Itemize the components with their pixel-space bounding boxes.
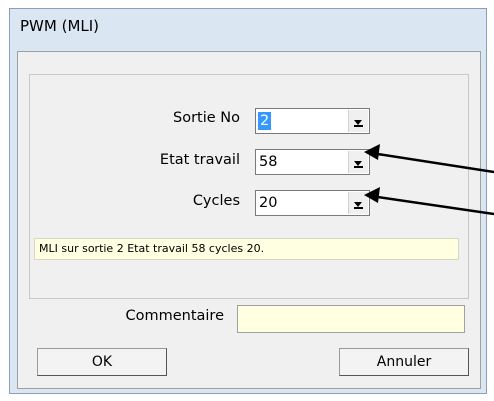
sortie-combobox[interactable]: 2 (255, 108, 370, 134)
etat-value: 58 (259, 154, 278, 170)
ok-button[interactable]: OK (37, 348, 167, 376)
sortie-label: Sortie No (173, 110, 240, 126)
chevron-down-icon[interactable] (348, 110, 368, 132)
cycles-label: Cycles (192, 193, 240, 209)
summary-text: MLI sur sortie 2 Etat travail 58 cycles … (34, 238, 459, 260)
cycles-combobox[interactable]: 20 (255, 190, 370, 216)
comment-label: Commentaire (125, 308, 224, 324)
comment-input[interactable] (237, 305, 465, 333)
dialog-window: PWM (MLI) Sortie No 2 Etat travail 58 Cy… (9, 8, 487, 394)
etat-combobox[interactable]: 58 (255, 149, 370, 175)
cancel-button[interactable]: Annuler (339, 348, 469, 376)
dialog-client-area: Sortie No 2 Etat travail 58 Cycles 20 ML… (17, 51, 481, 389)
settings-group-box (29, 74, 469, 299)
window-title: PWM (MLI) (20, 17, 100, 35)
cycles-value: 20 (259, 195, 278, 211)
sortie-value: 2 (258, 112, 272, 130)
etat-label: Etat travail (159, 152, 240, 168)
chevron-down-icon[interactable] (348, 192, 368, 214)
chevron-down-icon[interactable] (348, 151, 368, 173)
